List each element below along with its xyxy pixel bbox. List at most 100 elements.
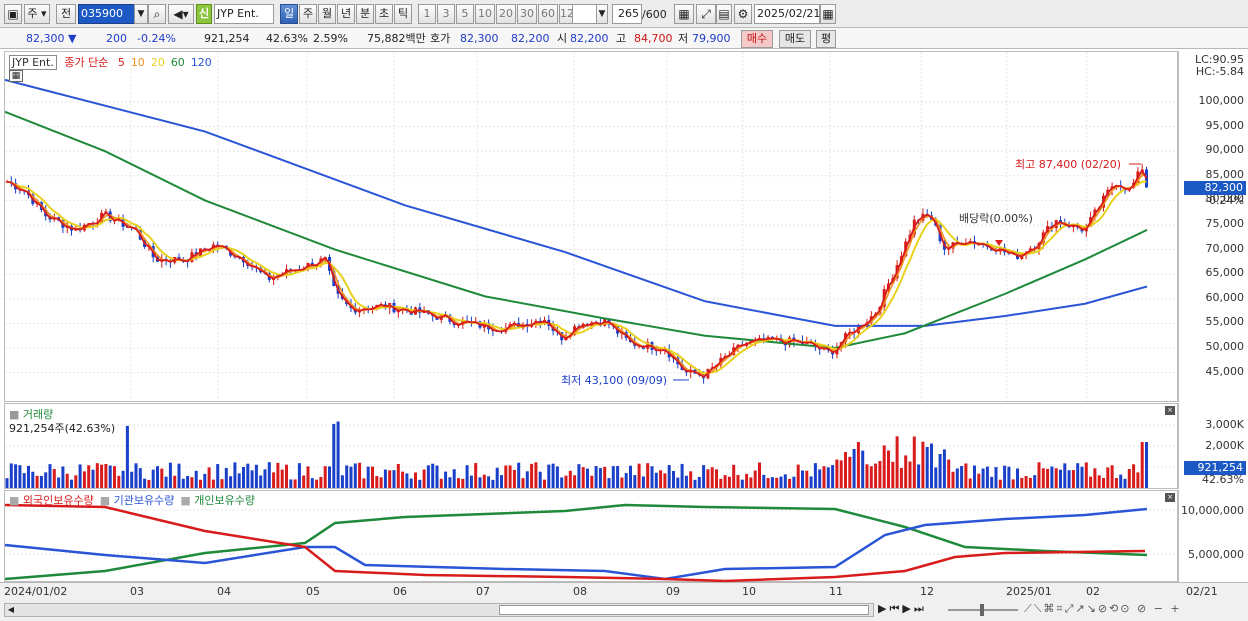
volume-bar <box>48 464 52 488</box>
price-axis: LC:90.95 HC:-5.84 100,000 95,000 90,000 85,… <box>1178 51 1248 402</box>
prev-button[interactable]: 전 <box>56 4 76 24</box>
volume-bar <box>426 465 430 488</box>
volume-bar <box>371 466 374 488</box>
code-dropdown-icon[interactable]: ▼ <box>134 4 148 24</box>
volume-bar <box>237 473 241 488</box>
count-input[interactable]: 265 <box>612 4 642 24</box>
volume-bar <box>822 466 826 488</box>
speaker-icon[interactable]: ◀▾ <box>168 4 194 24</box>
window-icon[interactable]: ▣ <box>4 4 22 24</box>
stock-code-input[interactable]: 035900 <box>78 4 136 24</box>
volume-bar <box>431 463 435 488</box>
volume-bar <box>345 465 349 488</box>
panel-close-icon[interactable]: × <box>1165 406 1175 415</box>
volume-bar <box>818 469 822 488</box>
volume-bar <box>555 466 559 488</box>
stock-name-field[interactable]: JYP Ent. <box>214 4 274 24</box>
date-input[interactable]: 2025/02/21 <box>754 4 820 24</box>
sell-button[interactable]: 매도 <box>779 30 811 48</box>
gear-icon[interactable]: ⚙ <box>734 4 752 24</box>
horizontal-scrollbar[interactable]: ◀ <box>4 603 874 617</box>
interval-button[interactable]: 3 <box>437 4 455 24</box>
calendar-icon[interactable]: ▦ <box>820 4 836 24</box>
buy-button[interactable]: 매수 <box>741 30 773 48</box>
ma-legend-item: 20 <box>150 56 165 69</box>
volume-bar <box>783 474 787 488</box>
volume-bar <box>366 466 370 488</box>
ma-legend-item: 120 <box>190 56 212 69</box>
volume-bar <box>1028 477 1032 488</box>
zoom-slider[interactable] <box>948 604 1018 616</box>
volume-bar <box>577 464 581 488</box>
interval-button[interactable]: 10 <box>475 4 495 24</box>
volume-bar <box>934 467 938 488</box>
interval-button[interactable]: 5 <box>456 4 474 24</box>
volume-bar <box>401 471 405 488</box>
volume-bar <box>457 478 460 488</box>
panel-close-icon[interactable]: × <box>1165 493 1175 502</box>
volume-bar <box>809 476 813 488</box>
search-icon[interactable]: ⌕ <box>148 4 166 24</box>
period-button[interactable]: 초 <box>375 4 393 24</box>
volume-bar <box>302 475 306 488</box>
volume-bar <box>650 466 654 488</box>
interval-button[interactable]: 30 <box>517 4 537 24</box>
volume-bar <box>478 477 482 488</box>
volume-bar <box>52 469 56 488</box>
interval-dropdown-icon[interactable]: ▼ <box>596 4 608 24</box>
scroll-left-icon[interactable]: ◀ <box>5 604 17 616</box>
scroll-thumb[interactable] <box>499 605 869 615</box>
volume-bar <box>328 466 331 488</box>
volume-bar <box>955 468 959 488</box>
volume-bar <box>216 464 220 488</box>
volume-bar <box>611 466 615 488</box>
x-axis-label: 05 <box>306 585 320 598</box>
period-button[interactable]: 년 <box>337 4 355 24</box>
drawing-tools-icon[interactable]: ⟋⟍⌘⌗⤢↗↘⊘⟲⊙ ⊘ − + <box>1024 602 1182 616</box>
volume-bar <box>143 478 147 488</box>
volume-bar <box>409 478 413 488</box>
volume-bar <box>186 476 190 488</box>
nav-controls[interactable]: ▶⏮▶⏭ <box>878 602 927 616</box>
volume-bar <box>1114 478 1118 488</box>
period-button[interactable]: 분 <box>356 4 374 24</box>
table-icon[interactable]: ▦ <box>9 70 23 82</box>
volume-bar <box>1145 442 1148 488</box>
interval-button[interactable]: 20 <box>496 4 516 24</box>
volume-panel[interactable]: ■ 거래량 921,254주(42.63%) × <box>4 403 1178 489</box>
volume-bar <box>151 469 155 488</box>
volume-bar <box>199 479 202 488</box>
volume-bar <box>607 478 611 488</box>
volume-bar <box>422 469 426 488</box>
price-value: 82,300 <box>26 32 65 45</box>
volume-bar <box>173 475 177 488</box>
period-button[interactable]: 일 <box>280 4 298 24</box>
interval-button[interactable]: 1 <box>418 4 436 24</box>
legend-square-icon: ■ <box>9 494 23 507</box>
zoom-icon[interactable]: ⤢ <box>696 4 716 24</box>
holdings-legend-item: 개인보유수량 <box>194 494 255 507</box>
ma20-line <box>6 180 1147 375</box>
period-button[interactable]: 월 <box>318 4 336 24</box>
volume-bar <box>882 445 886 488</box>
volume-bar <box>203 473 207 488</box>
price-panel[interactable]: 최고 87,400 (02/20) 최저 43,100 (09/09) 배당락(0.… <box>4 51 1178 402</box>
volume-bar <box>297 463 301 488</box>
volume-bar <box>74 475 78 488</box>
volume-bar <box>715 469 718 488</box>
period-button[interactable]: 주 <box>299 4 317 24</box>
avg-button[interactable]: 평 <box>816 30 836 48</box>
volume-bar <box>723 475 727 488</box>
holdings-panel[interactable]: ■ 외국인보유수량 ■ 기관보유수량 ■ 개인보유수량 × <box>4 490 1178 583</box>
volume-bar <box>1123 478 1127 488</box>
price-change-pct: -0.24% <box>137 32 176 45</box>
period-button[interactable]: 틱 <box>394 4 412 24</box>
period-select[interactable]: 주 ▾ <box>24 4 50 24</box>
zoom-slider-handle[interactable] <box>980 604 984 616</box>
grid-icon[interactable]: ▦ <box>674 4 694 24</box>
interval-button[interactable]: 60 <box>538 4 558 24</box>
x-axis-label: 12 <box>920 585 934 598</box>
save-icon[interactable]: ▤ <box>716 4 732 24</box>
volume-bar <box>1102 478 1105 488</box>
volume-bar <box>285 464 288 488</box>
